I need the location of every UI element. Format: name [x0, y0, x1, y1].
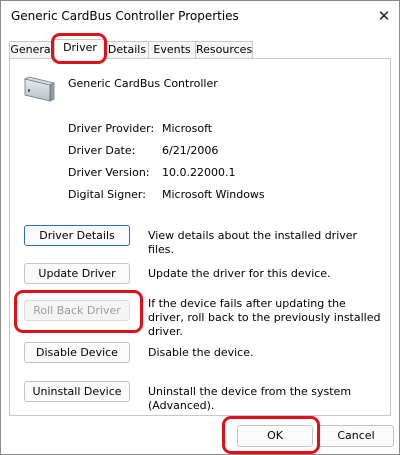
update-driver-description: Update the driver for this device. — [148, 267, 331, 280]
digital-signer-label: Digital Signer: — [68, 188, 146, 201]
tab-general[interactable]: General — [9, 41, 55, 59]
tab-driver[interactable]: Driver — [54, 39, 106, 60]
disable-device-description: Disable the device. — [148, 346, 254, 359]
disable-device-button[interactable]: Disable Device — [24, 342, 130, 363]
driver-date-value: 6/21/2006 — [162, 144, 219, 157]
roll-back-driver-description: If the device fails after updating the d… — [148, 297, 381, 338]
tab-details[interactable]: Details — [105, 41, 149, 59]
driver-version-value: 10.0.22000.1 — [162, 166, 236, 179]
close-icon[interactable]: ✕ — [373, 5, 395, 27]
properties-dialog: Generic CardBus Controller Properties ✕ … — [0, 0, 400, 455]
roll-back-driver-button[interactable]: Roll Back Driver — [24, 300, 130, 321]
digital-signer-value: Microsoft Windows — [162, 188, 265, 201]
update-driver-button[interactable]: Update Driver — [24, 263, 130, 284]
tab-resources[interactable]: Resources — [195, 41, 253, 59]
device-name: Generic CardBus Controller — [68, 77, 218, 90]
driver-date-label: Driver Date: — [68, 144, 136, 157]
title-bar: Generic CardBus Controller Properties ✕ — [1, 1, 399, 33]
driver-provider-value: Microsoft — [162, 122, 213, 135]
cancel-button[interactable]: Cancel — [318, 425, 394, 447]
driver-details-description: View details about the installed driver … — [148, 229, 358, 256]
driver-details-button[interactable]: Driver Details — [24, 225, 130, 246]
ok-button[interactable]: OK — [237, 425, 313, 447]
window-title: Generic CardBus Controller Properties — [11, 9, 239, 23]
driver-provider-label: Driver Provider: — [68, 122, 155, 135]
driver-version-label: Driver Version: — [68, 166, 150, 179]
uninstall-device-button[interactable]: Uninstall Device — [24, 381, 130, 402]
driver-tab-panel: Generic CardBus Controller Driver Provid… — [9, 58, 391, 416]
tab-events[interactable]: Events — [148, 41, 196, 59]
device-icon — [23, 76, 56, 102]
uninstall-device-description: Uninstall the device from the system (Ad… — [148, 385, 352, 412]
